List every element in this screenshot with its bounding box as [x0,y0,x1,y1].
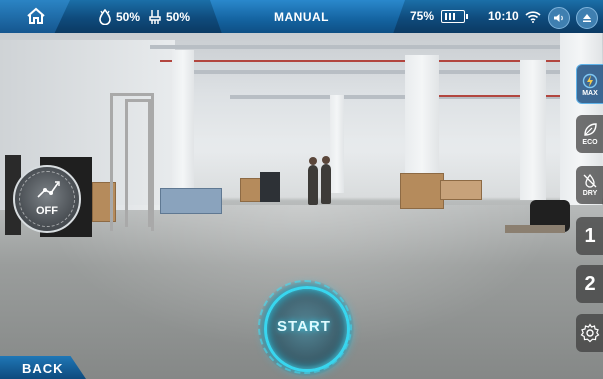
back-label: BACK [22,361,64,376]
eco-mode-button[interactable]: ECO [576,115,603,153]
eject-button[interactable] [576,7,598,29]
max-label: MAX [582,90,598,97]
battery-icon [441,9,469,23]
power-toggle-button[interactable]: OFF [13,165,81,233]
dry-mode-button[interactable]: DRY [576,166,603,204]
robot-arm-icon [37,181,60,198]
speed-1-label: 1 [584,224,596,247]
battery-value: 75% [410,9,435,23]
start-label: START [277,318,331,335]
speed-1-button[interactable]: 1 [576,217,603,255]
speed-2-button[interactable]: 2 [576,265,603,303]
power-toggle-label: OFF [36,205,58,217]
time-value: 10:10 [488,9,519,23]
eco-label: ECO [582,139,598,146]
settings-button[interactable] [576,314,603,352]
status-bar: 50% 50% MANUAL 75% 10:10 [0,0,603,33]
battery-status: 75% [410,9,469,23]
speed-2-label: 2 [584,272,596,295]
power-icon [582,73,598,89]
volume-icon [554,14,563,22]
eject-icon [583,14,591,22]
leaf-icon [584,123,597,136]
robot-control-screen: 50% 50% MANUAL 75% 10:10 MAX ECO DRY 1 2… [0,0,603,379]
max-mode-button[interactable]: MAX [576,64,603,104]
volume-button[interactable] [548,7,570,29]
no-water-icon [583,173,597,188]
clock: 10:10 [488,9,519,23]
gear-icon [580,323,600,343]
start-button[interactable]: START [258,280,354,376]
wifi-icon [525,11,541,23]
dry-label: DRY [582,190,598,197]
